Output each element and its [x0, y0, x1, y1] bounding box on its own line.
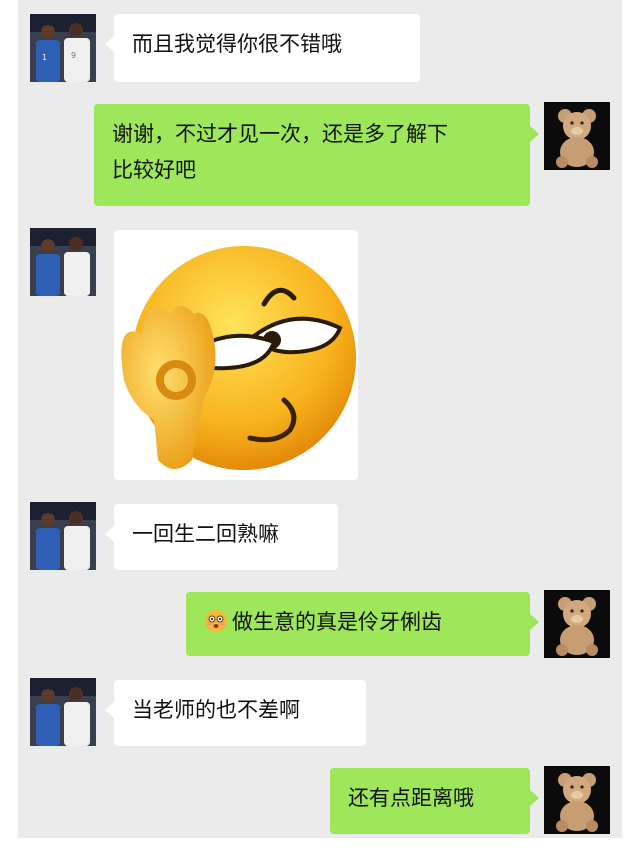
basketball-players-icon	[30, 502, 96, 570]
teddy-bear-icon	[544, 590, 610, 658]
my-avatar[interactable]	[544, 766, 610, 834]
contact-avatar[interactable]	[30, 678, 96, 746]
message-bubble-received[interactable]: 一回生二回熟嘛	[105, 504, 338, 570]
message-bubble-received[interactable]: 而且我觉得你很不错哦	[105, 14, 420, 82]
basketball-players-icon: 1 9	[30, 14, 96, 82]
message-text-line: 比较好吧	[112, 158, 196, 182]
smirk-ok-hand-emoji-icon	[121, 246, 356, 470]
message-text: 一回生二回熟嘛	[132, 522, 279, 546]
svg-text:9: 9	[71, 51, 76, 60]
message-bubble-sent[interactable]: 谢谢，不过才见一次，还是多了解下 比较好吧	[94, 104, 539, 206]
basketball-players-icon	[30, 228, 96, 296]
teddy-bear-icon	[544, 766, 610, 834]
message-bubble-sent[interactable]: 还有点距离哦	[330, 768, 539, 834]
svg-text:1: 1	[42, 53, 47, 62]
contact-avatar[interactable]	[30, 502, 96, 570]
message-bubble-sent[interactable]: 做生意的真是伶牙俐齿	[186, 592, 539, 656]
my-avatar[interactable]	[544, 590, 610, 658]
message-text-line: 谢谢，不过才见一次，还是多了解下	[112, 122, 448, 146]
chat-window: 1 9 而且我觉得你很不错哦 谢谢，不过才见一次，还是多了解下 比较好吧 一回生…	[18, 0, 622, 838]
contact-avatar[interactable]: 1 9	[30, 14, 96, 82]
teddy-bear-icon	[544, 102, 610, 170]
message-text: 还有点距离哦	[348, 786, 474, 810]
awkward-face-emoji-icon	[204, 608, 228, 644]
sticker-message[interactable]	[114, 230, 358, 480]
message-text: 而且我觉得你很不错哦	[132, 32, 342, 56]
message-text: 当老师的也不差啊	[132, 698, 300, 722]
message-bubble-received[interactable]: 当老师的也不差啊	[105, 680, 366, 746]
message-text: 做生意的真是伶牙俐齿	[232, 610, 442, 634]
basketball-players-icon	[30, 678, 96, 746]
contact-avatar[interactable]	[30, 228, 96, 296]
my-avatar[interactable]	[544, 102, 610, 170]
